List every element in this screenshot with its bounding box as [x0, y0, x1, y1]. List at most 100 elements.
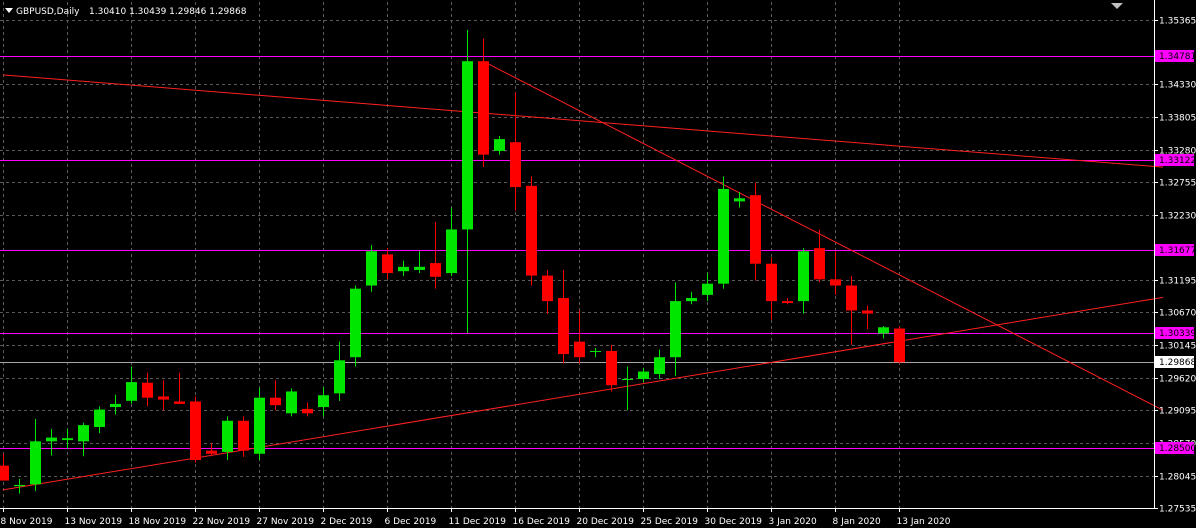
candle — [414, 251, 425, 274]
level-label: 1.28500 — [1159, 444, 1196, 454]
y-tick-label: 1.29620 — [1159, 375, 1196, 385]
candle — [686, 291, 697, 305]
candle-body — [382, 254, 393, 274]
candle-body — [0, 465, 9, 481]
y-tick-label: 1.32230 — [1159, 212, 1196, 222]
candle-body — [798, 251, 809, 302]
candle-body — [558, 297, 569, 355]
candle-body — [462, 61, 473, 230]
candle — [78, 422, 89, 457]
candle-body — [110, 403, 121, 408]
chart-shift-marker[interactable] — [1111, 3, 1123, 9]
candle-body — [270, 397, 281, 406]
candle — [158, 380, 169, 411]
candle-body — [414, 266, 425, 270]
level-label: 1.30339 — [1159, 329, 1196, 339]
candle — [174, 372, 185, 404]
y-tick-label: 1.28045 — [1159, 473, 1196, 483]
candle — [142, 372, 153, 407]
candle — [46, 428, 57, 456]
candle — [366, 245, 377, 292]
chart-frame — [0, 0, 1155, 509]
y-tick-label: 1.35365 — [1159, 17, 1196, 27]
x-tick-label: 6 Dec 2019 — [385, 517, 437, 527]
x-tick-label: 27 Nov 2019 — [257, 517, 315, 527]
candle — [14, 478, 25, 494]
x-tick-label: 8 Jan 2020 — [833, 517, 881, 527]
y-tick-label: 1.27535 — [1159, 505, 1196, 515]
x-tick-label: 11 Dec 2019 — [449, 517, 507, 527]
candle-body — [318, 395, 329, 408]
candle-body — [286, 391, 297, 414]
candle-body — [766, 263, 777, 302]
candle-body — [174, 401, 185, 404]
candle-body — [878, 327, 889, 334]
candle-body — [702, 283, 713, 295]
current-price-label: 1.29868 — [1159, 358, 1196, 368]
candle — [670, 282, 681, 376]
candle-body — [494, 139, 505, 151]
candle — [638, 367, 649, 383]
candle — [0, 453, 9, 481]
candle — [494, 135, 505, 155]
candle — [286, 388, 297, 417]
candle — [334, 341, 345, 401]
candle — [574, 310, 585, 364]
candle — [814, 229, 825, 283]
candle — [702, 273, 713, 302]
candle-body — [542, 275, 553, 302]
candle — [350, 285, 361, 367]
x-tick-label: 3 Jan 2020 — [769, 517, 817, 527]
candle-body — [846, 285, 857, 311]
trendline-1 — [482, 60, 1164, 411]
candle — [510, 92, 521, 211]
candle-body — [814, 248, 825, 280]
level-label: 1.33122 — [1159, 156, 1196, 166]
level-label: 1.34781 — [1159, 52, 1196, 62]
candle — [110, 394, 121, 415]
candle-body — [94, 409, 105, 427]
x-tick-label: 22 Nov 2019 — [193, 517, 251, 527]
candle-body — [670, 301, 681, 358]
candle — [302, 402, 313, 417]
y-tick-label: 1.31195 — [1159, 277, 1196, 287]
candle-body — [14, 484, 25, 487]
horizontal-levels — [0, 56, 1154, 449]
time-axis: 8 Nov 2019 13 Nov 2019 18 Nov 2019 22 Nov 2… — [1, 508, 951, 527]
candle-body — [478, 61, 489, 155]
ohlc-readout: 1.30410 1.30439 1.29846 1.29868 — [89, 7, 247, 17]
candle — [254, 387, 265, 461]
candle — [558, 269, 569, 364]
candle-body — [830, 279, 841, 286]
candle — [526, 176, 537, 286]
candle-body — [782, 301, 793, 303]
y-tick-label: 1.33805 — [1159, 114, 1196, 124]
candle-body — [78, 425, 89, 442]
candle-body — [734, 198, 745, 202]
candle-body — [206, 450, 217, 454]
x-tick-label: 18 Nov 2019 — [129, 517, 187, 527]
dropdown-icon[interactable] — [5, 8, 13, 13]
trendlines — [2, 60, 1164, 491]
candle-body — [862, 310, 873, 314]
candle-body — [222, 420, 233, 452]
candle — [654, 349, 665, 380]
candle-body — [254, 397, 265, 454]
price-chart[interactable]: 1.353651.343301.338051.332801.327551.322… — [0, 0, 1196, 528]
y-tick-label: 1.32755 — [1159, 179, 1196, 189]
candle — [430, 221, 441, 289]
candle — [318, 387, 329, 417]
candle — [62, 428, 73, 449]
y-tick-label: 1.30670 — [1159, 309, 1196, 319]
candle-body — [398, 266, 409, 272]
candle-body — [30, 441, 41, 485]
candle-body — [238, 420, 249, 451]
candle — [382, 248, 393, 280]
candle-body — [638, 371, 649, 380]
candle-body — [510, 142, 521, 188]
candle-body — [606, 350, 617, 386]
symbol-label: GBPUSD,Daily — [16, 7, 80, 17]
y-tick-label: 1.34330 — [1159, 81, 1196, 91]
candle-body — [366, 251, 377, 286]
chart-header: GBPUSD,Daily 1.30410 1.30439 1.29846 1.2… — [5, 7, 247, 17]
